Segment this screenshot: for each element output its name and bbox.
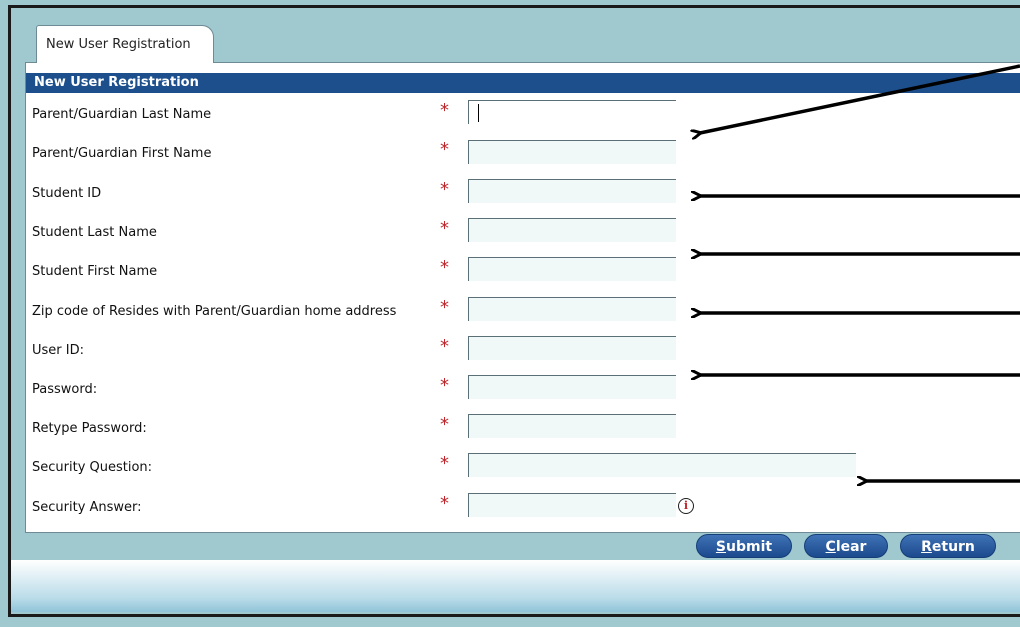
arrow-to-parent-name [700,64,1020,133]
annotation-arrows [0,64,1020,627]
